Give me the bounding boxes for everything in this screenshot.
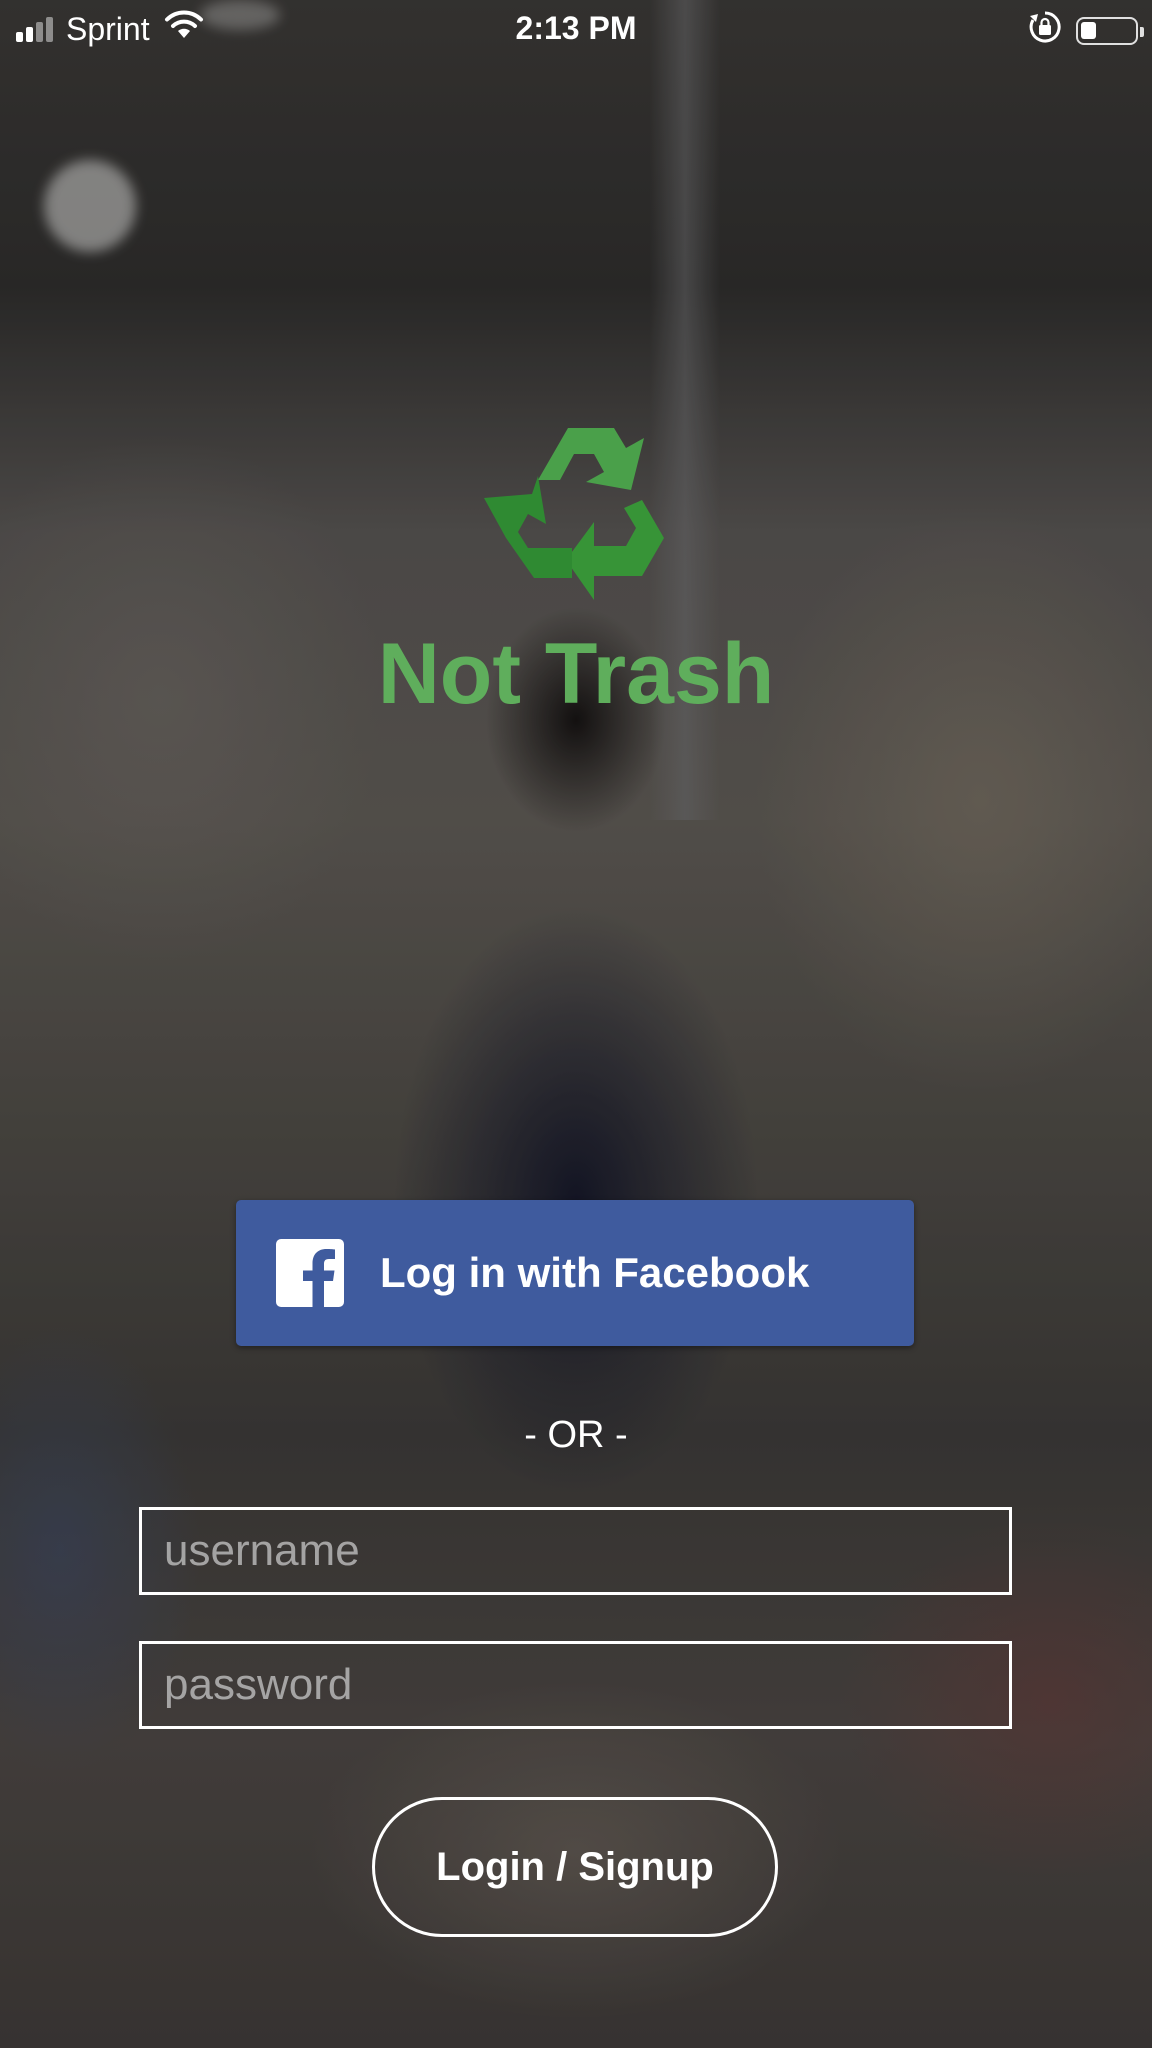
password-field[interactable] [139,1641,1012,1729]
status-bar-right [1028,10,1144,52]
orientation-lock-icon [1028,10,1062,52]
facebook-login-button[interactable]: Log in with Facebook [236,1200,914,1346]
battery-icon [1076,17,1144,45]
facebook-icon [276,1239,344,1307]
app-title: Not Trash [377,626,775,722]
login-signup-button[interactable]: Login / Signup [372,1797,778,1937]
facebook-login-label: Log in with Facebook [380,1249,810,1296]
background-overlay [0,0,1152,2048]
recycle-icon [476,410,676,600]
status-time: 2:13 PM [515,10,637,46]
battery-level [1081,22,1096,39]
or-divider: - OR - [524,1414,628,1456]
status-bar: Sprint 2:13 PM [0,0,1152,58]
username-field[interactable] [139,1507,1012,1595]
